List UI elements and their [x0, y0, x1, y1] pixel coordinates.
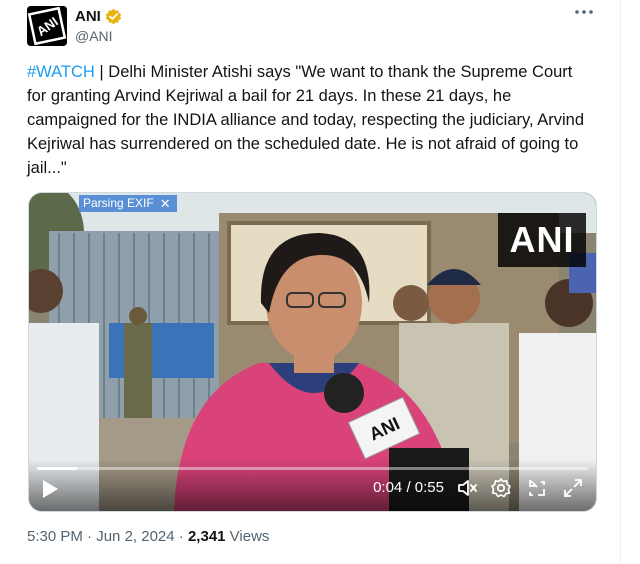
play-icon[interactable]	[41, 479, 59, 499]
more-options-button[interactable]	[570, 6, 598, 26]
tweet-header: ANI ANI @ANI	[27, 6, 600, 46]
progress-bar[interactable]	[37, 467, 588, 470]
duration: 0:55	[414, 479, 444, 496]
mute-icon[interactable]	[456, 477, 478, 499]
ani-watermark: ANI	[498, 213, 586, 267]
exif-badge-label: Parsing EXIF	[83, 196, 154, 210]
display-name[interactable]: ANI	[75, 8, 101, 25]
tweet-meta: 5:30 PM · Jun 2, 2024 · 2,341 Views	[27, 528, 269, 545]
views-count: 2,341	[187, 528, 226, 545]
settings-icon[interactable]	[490, 477, 512, 499]
meta-separator-2: ·	[174, 528, 188, 545]
exit-fullscreen-icon[interactable]	[526, 477, 548, 499]
video-controls: 0:04 / 0:55	[29, 459, 596, 511]
tweet-card: ANI ANI @ANI #WATCH | Delhi Minister Ati…	[0, 0, 621, 564]
tweet-text: #WATCH | Delhi Minister Atishi says "We …	[27, 60, 587, 180]
video-player[interactable]: ANI Parsing EXIF ✕ ANI 0:04 / 0:55	[28, 192, 597, 512]
progress-fill	[37, 467, 78, 470]
exif-badge[interactable]: Parsing EXIF ✕	[79, 195, 177, 212]
close-icon[interactable]: ✕	[160, 195, 171, 212]
post-date[interactable]: Jun 2, 2024	[96, 528, 174, 545]
fullscreen-icon[interactable]	[562, 477, 584, 499]
views-label: Views	[225, 528, 270, 545]
author-handle[interactable]: @ANI	[75, 28, 122, 44]
post-time[interactable]: 5:30 PM	[27, 528, 83, 545]
time-separator: /	[402, 479, 415, 496]
time-display: 0:04 / 0:55	[373, 479, 444, 497]
meta-separator: ·	[82, 528, 97, 545]
ani-logo-icon: ANI	[27, 6, 67, 46]
avatar[interactable]: ANI	[27, 6, 67, 46]
current-time: 0:04	[373, 479, 403, 496]
display-name-row: ANI	[75, 7, 122, 26]
verified-badge-icon[interactable]	[105, 8, 122, 25]
hashtag-link[interactable]: #WATCH	[27, 63, 95, 81]
tweet-body: | Delhi Minister Atishi says "We want to…	[27, 63, 585, 177]
author-names: ANI @ANI	[75, 7, 122, 44]
more-dots-icon	[575, 10, 593, 14]
